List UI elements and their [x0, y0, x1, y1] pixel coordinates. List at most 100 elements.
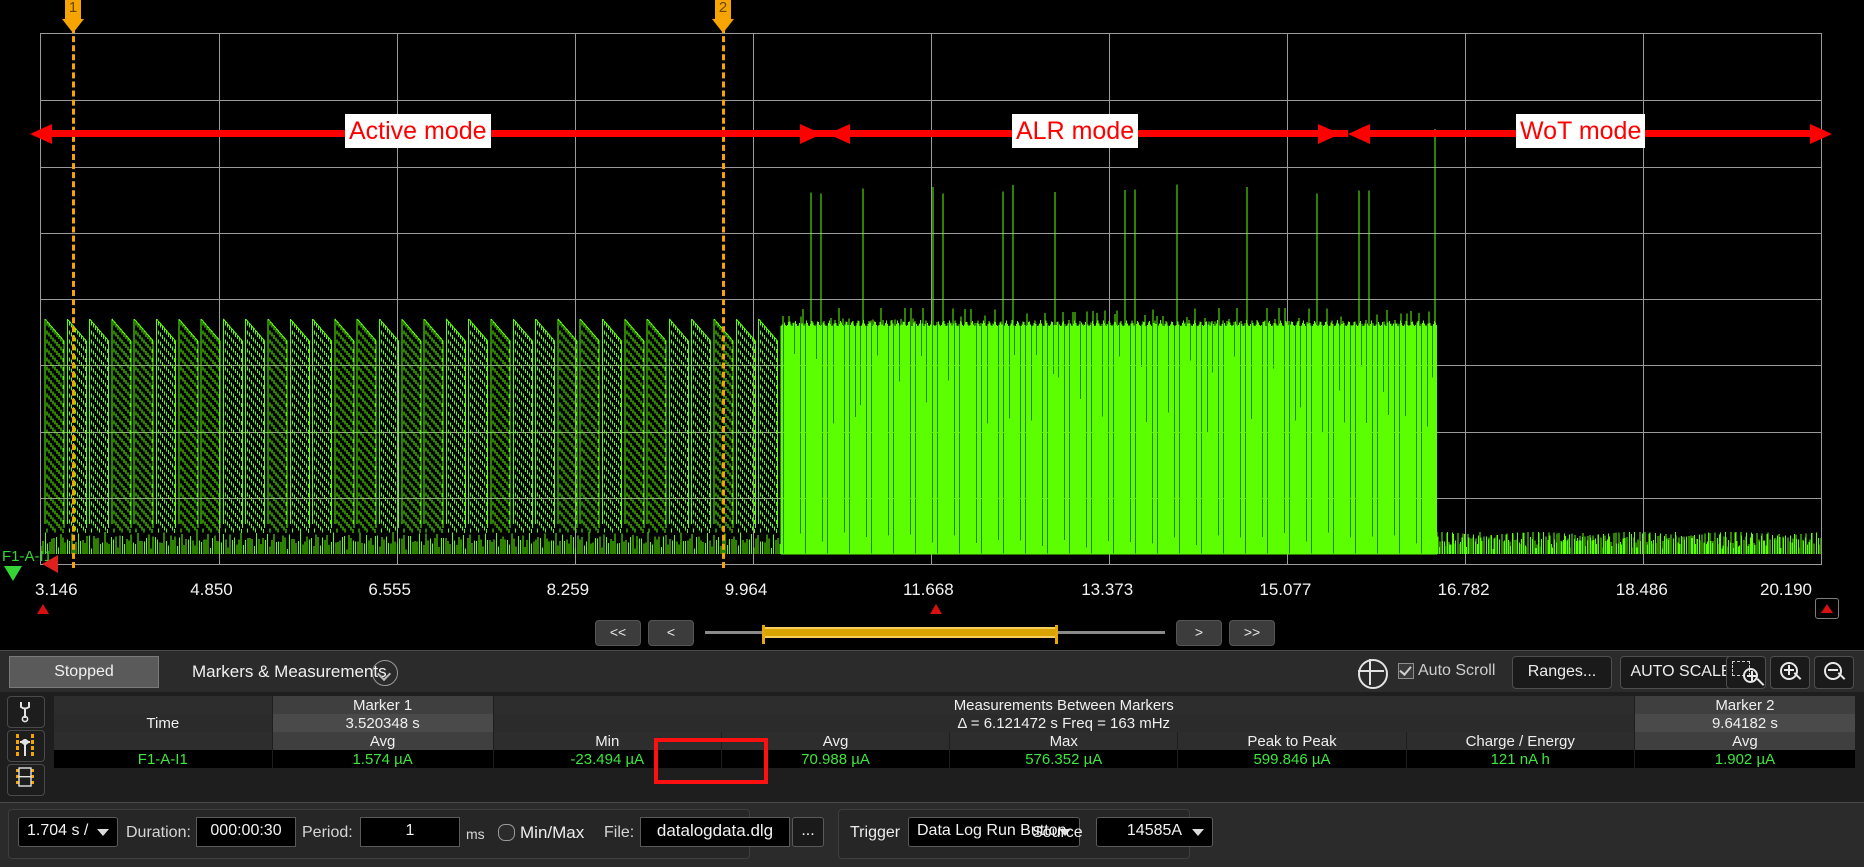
file-name-field[interactable]: datalogdata.dlg: [640, 817, 790, 847]
marker-flag-2[interactable]: 2: [712, 0, 734, 33]
nav-last-button[interactable]: >>: [1229, 620, 1275, 646]
x-tick-label: 6.555: [368, 580, 411, 600]
ranges-button[interactable]: Ranges...: [1512, 656, 1612, 689]
x-tick-label: 8.259: [547, 580, 590, 600]
cell-val-avg: 70.988 µA: [721, 750, 949, 768]
marker-span-icon: [8, 731, 42, 759]
zoom-out-button[interactable]: [1814, 656, 1854, 689]
marker-number: 1: [62, 0, 84, 17]
cell-delta-freq: Δ = 6.121472 s Freq = 163 mHz: [493, 714, 1634, 732]
x-tick-label: 3.146: [35, 580, 78, 600]
trigger-label: Trigger: [850, 824, 900, 842]
cell-channel-name: F1-A-I1: [54, 750, 272, 768]
annotation-wot-mode: WoT mode: [1516, 114, 1645, 148]
marker-line-1[interactable]: [72, 18, 75, 568]
arrow-head-right-wot: [1810, 124, 1832, 144]
cell-blank-2: [54, 732, 272, 750]
timebase-combo[interactable]: 1.704 s /: [18, 817, 118, 847]
nav-first-button[interactable]: <<: [595, 620, 641, 646]
x-caret-start-icon: [37, 604, 49, 614]
end-marker-button[interactable]: [1815, 598, 1839, 619]
cell-val-min: -23.494 µA: [493, 750, 721, 768]
markers-icon-button[interactable]: [7, 730, 45, 762]
channel-offset-arrow-icon[interactable]: [4, 566, 22, 581]
control-bar: Stopped Markers & Measurements Auto Scro…: [0, 650, 1864, 693]
tool-settings-icon-button[interactable]: [7, 696, 45, 728]
zoom-in-button[interactable]: [1770, 656, 1810, 689]
duration-field[interactable]: 000:00:30: [196, 817, 296, 847]
annotation-alr-mode: ALR mode: [1012, 114, 1138, 148]
cell-marker1-time: 3.520348 s: [272, 714, 493, 732]
marker-number: 2: [712, 0, 734, 17]
file-browse-button[interactable]: ...: [792, 817, 824, 847]
file-label: File:: [604, 824, 634, 842]
chevron-down-icon: [97, 829, 109, 836]
cell-m2-avg: 1.902 µA: [1634, 750, 1855, 768]
plot-area: 12 Active mode ALR mode WoT mode F1-A-I1…: [0, 0, 1864, 600]
crosshair-icon[interactable]: [1358, 659, 1388, 689]
x-tick-label: 18.486: [1616, 580, 1668, 600]
arrow-head-left-wot: [1348, 124, 1370, 144]
table-row-values: F1-A-I1 1.574 µA -23.494 µA 70.988 µA 57…: [54, 750, 1856, 768]
marker-flag-1[interactable]: 1: [62, 0, 84, 33]
nav-next-button[interactable]: >: [1176, 620, 1222, 646]
auto-scroll-label: Auto Scroll: [1418, 662, 1495, 680]
cell-val-p2p: 599.846 µA: [1178, 750, 1406, 768]
table-row-header1: Marker 1 Measurements Between Markers Ma…: [54, 696, 1856, 714]
x-tick-label: 4.850: [190, 580, 233, 600]
timebase-value: 1.704 s /: [27, 818, 88, 844]
duration-label: Duration:: [126, 824, 191, 842]
marker-flag-tip: [62, 19, 84, 33]
cell-m1-avg: 1.574 µA: [272, 750, 493, 768]
min-max-checkbox[interactable]: [498, 824, 515, 841]
measurement-panel: Marker 1 Measurements Between Markers Ma…: [0, 692, 1864, 802]
cell-stat-p2p: Peak to Peak: [1178, 732, 1406, 750]
cell-val-charge: 121 nA h: [1406, 750, 1634, 768]
x-axis-ticks: 3.1464.8506.5558.2599.96411.66813.37315.…: [0, 580, 1864, 604]
cell-m2-stat: Avg: [1634, 732, 1855, 750]
cell-val-max: 576.352 µA: [950, 750, 1178, 768]
table-row-stat-headers: Avg Min Avg Max Peak to Peak Charge / En…: [54, 732, 1856, 750]
trigger-level-arrow-icon[interactable]: [42, 555, 58, 573]
x-tick-label: 16.782: [1438, 580, 1490, 600]
arrow-head-right-active: [800, 124, 822, 144]
zoom-in-icon: [1780, 662, 1798, 680]
source-label: Source: [1032, 824, 1083, 842]
waveform-path: [41, 129, 1821, 554]
x-tick-label: 11.668: [903, 580, 954, 600]
marker-flag-tip: [712, 19, 734, 33]
cell-marker2-header: Marker 2: [1634, 696, 1855, 714]
cell-marker1-header: Marker 1: [272, 696, 493, 714]
cell-stat-avg: Avg: [721, 732, 949, 750]
source-combo[interactable]: 14585A: [1096, 817, 1213, 847]
measurements-table: Marker 1 Measurements Between Markers Ma…: [54, 696, 1856, 768]
arrow-head-left-alr: [828, 124, 850, 144]
x-caret-mid-icon: [930, 604, 942, 614]
min-max-label: Min/Max: [520, 823, 584, 843]
marker-line-2[interactable]: [722, 18, 725, 568]
grid-icon: [8, 765, 42, 793]
auto-scale-button[interactable]: AUTO SCALE: [1620, 656, 1742, 689]
cell-between-header: Measurements Between Markers: [493, 696, 1634, 714]
cell-m1-stat: Avg: [272, 732, 493, 750]
markers-measurements-title: Markers & Measurements: [192, 662, 387, 682]
bottom-toolbar: 1.704 s / Duration: 000:00:30 Period: 1 …: [0, 802, 1864, 867]
cell-stat-max: Max: [950, 732, 1178, 750]
cell-stat-min: Min: [493, 732, 721, 750]
period-field[interactable]: 1: [360, 817, 460, 847]
mode-annotations: Active mode ALR mode WoT mode: [0, 124, 1864, 144]
period-unit-label: ms: [466, 826, 485, 842]
cell-marker2-time: 9.64182 s: [1634, 714, 1855, 732]
period-label: Period:: [302, 824, 353, 842]
arrow-head-right-alr: [1318, 124, 1340, 144]
grid-view-icon-button[interactable]: [7, 764, 45, 796]
run-stop-status-button[interactable]: Stopped: [9, 656, 159, 688]
nav-scroll-row: << < > >>: [0, 620, 1864, 650]
zoom-box-select-button[interactable]: [1726, 656, 1766, 689]
data-logger-window: 1 2 Active mode ALR mode WoT mode F1-A-I1…: [0, 0, 1864, 866]
cell-stat-charge: Charge / Energy: [1406, 732, 1634, 750]
nav-thumb[interactable]: [762, 627, 1058, 638]
nav-prev-button[interactable]: <: [648, 620, 694, 646]
chevron-down-icon[interactable]: [372, 660, 398, 686]
wrench-icon: [8, 697, 42, 725]
